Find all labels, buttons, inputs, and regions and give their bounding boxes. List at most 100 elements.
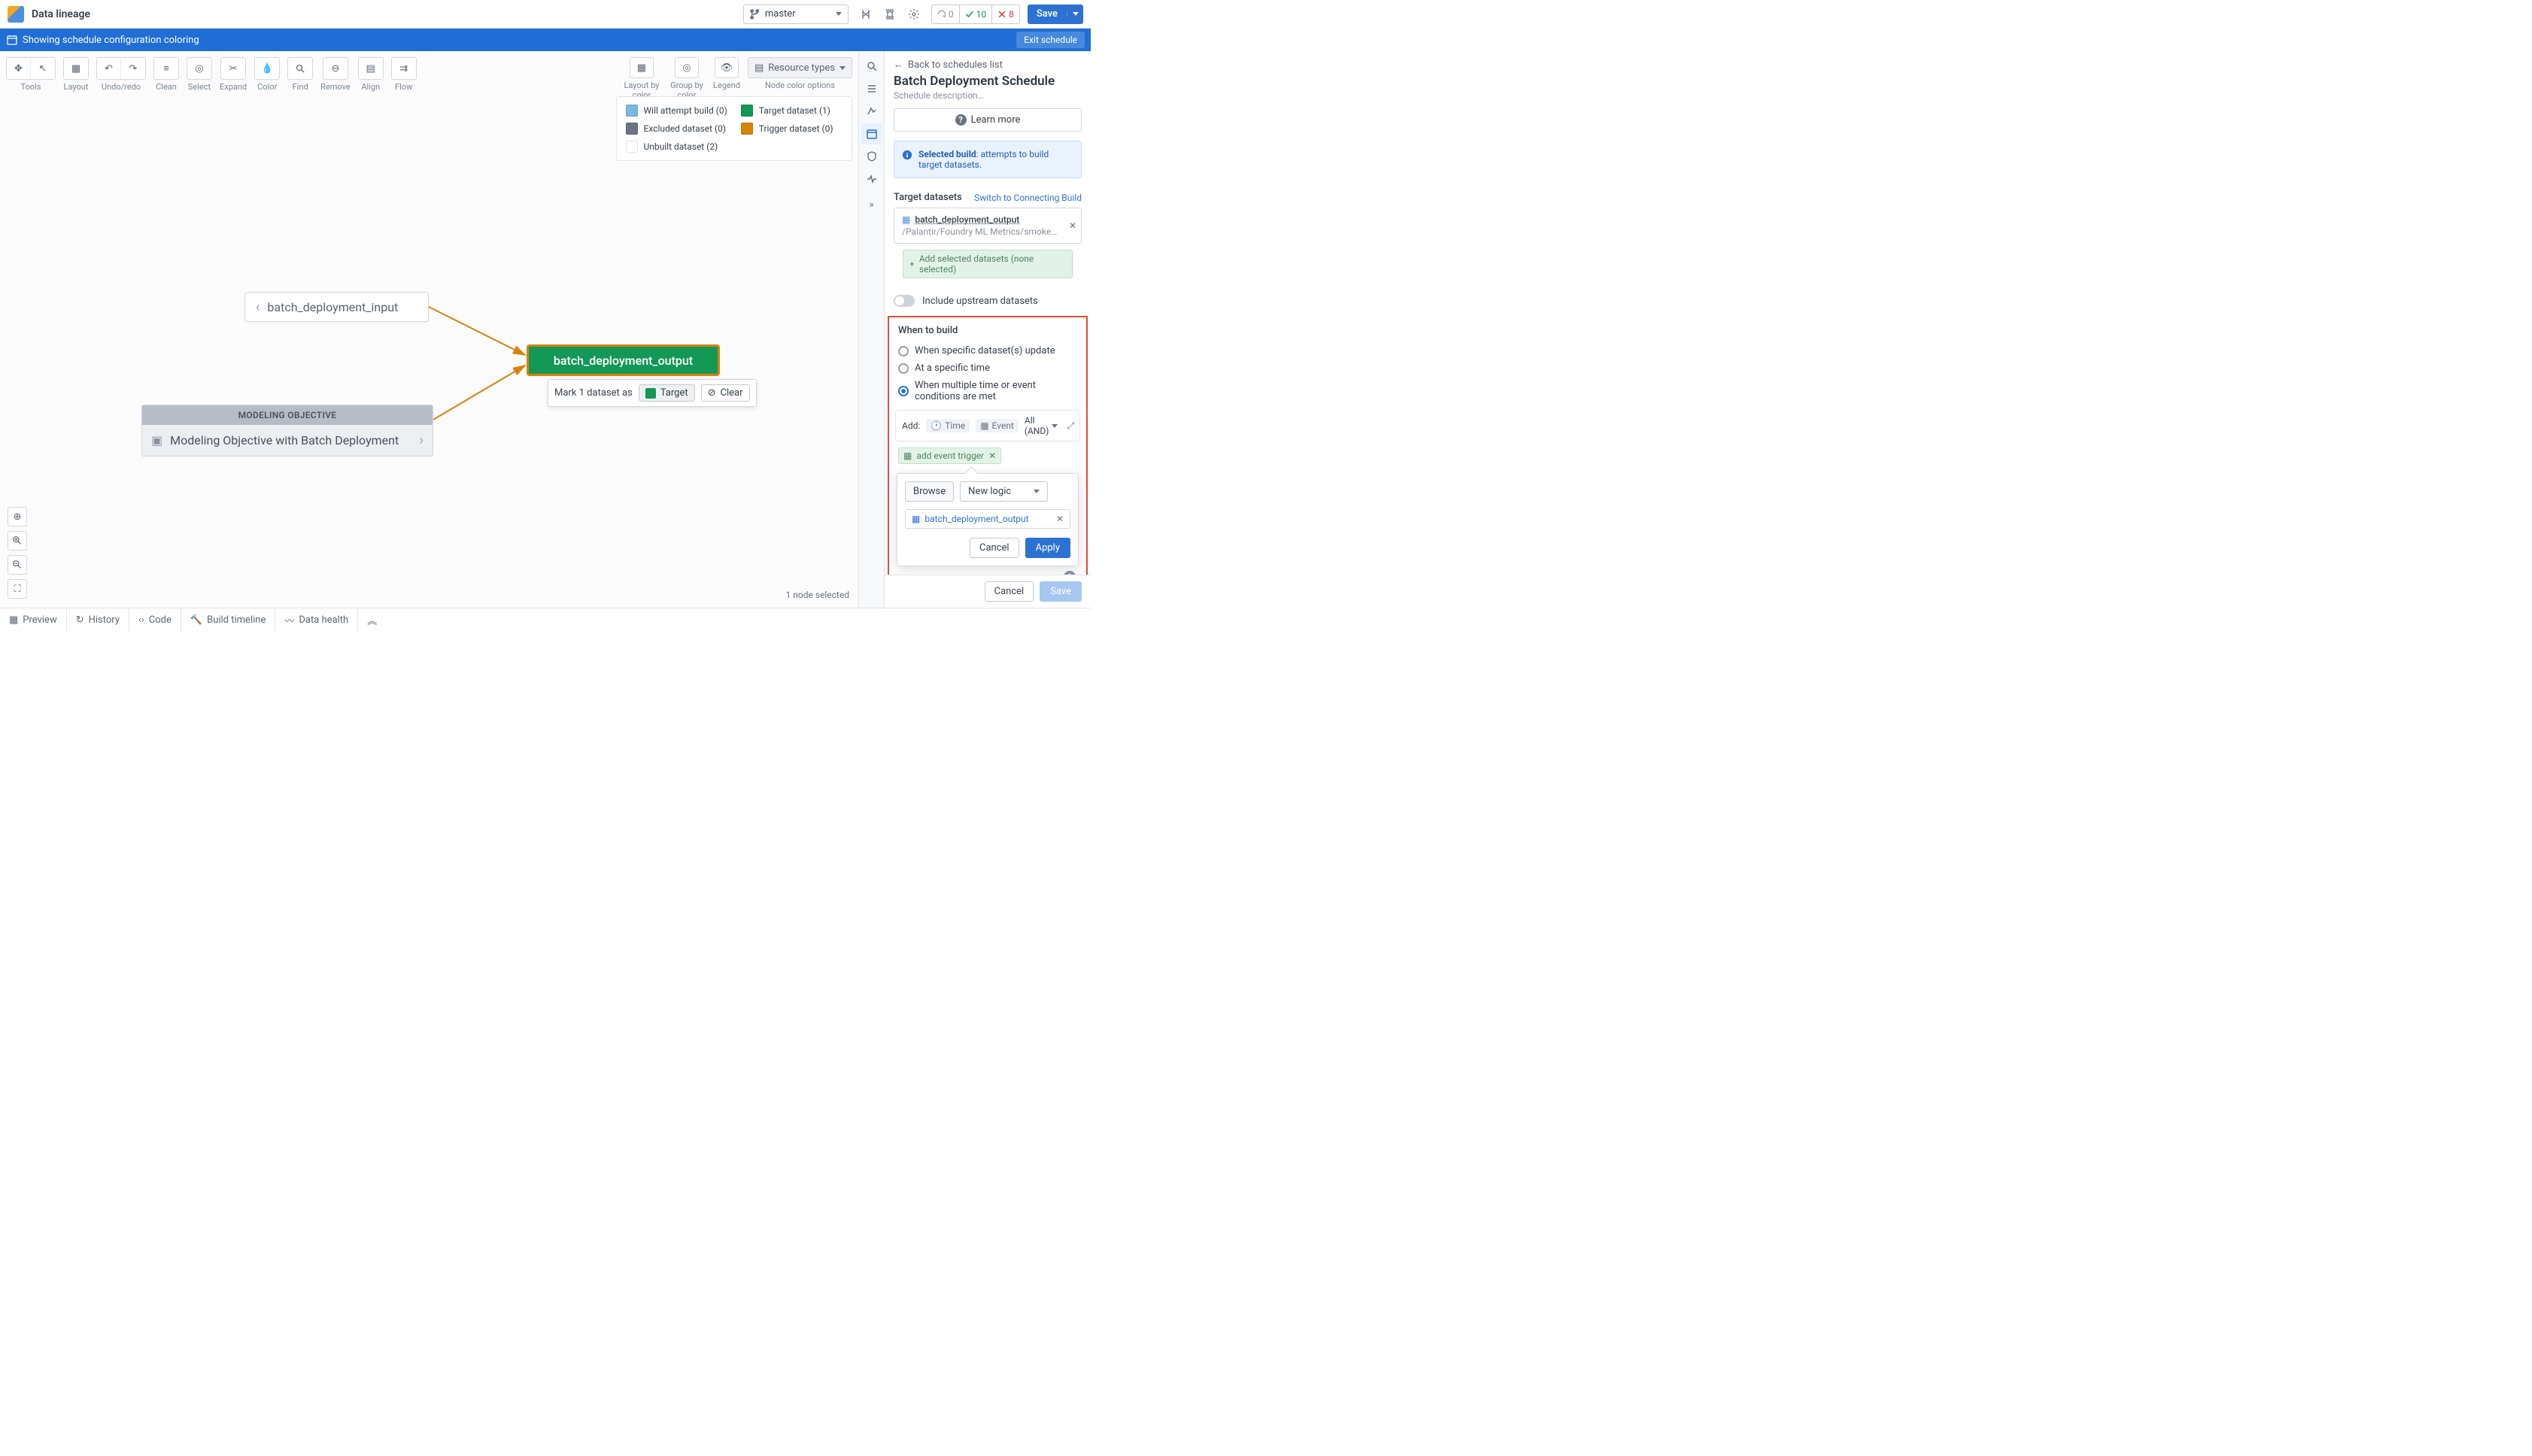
resource-types-select[interactable]: ▤Resource types bbox=[748, 57, 852, 78]
panel-cancel-button[interactable]: Cancel bbox=[985, 581, 1034, 602]
save-caret[interactable] bbox=[1067, 12, 1083, 16]
status-errors[interactable]: 8 bbox=[992, 5, 1019, 23]
remove-tool[interactable]: ⊖ bbox=[323, 58, 348, 79]
branch-selector[interactable]: master bbox=[743, 5, 849, 24]
footer-code[interactable]: ‹›Code bbox=[129, 608, 181, 632]
calendar-icon bbox=[6, 34, 18, 46]
flow-tool[interactable]: ⇉ bbox=[392, 58, 416, 79]
event-trigger-popover: Browse New logic ▦batch_deployment_outpu… bbox=[897, 473, 1079, 566]
clear-icon: ⊘ bbox=[708, 387, 716, 399]
status-group: 0 10 8 bbox=[931, 5, 1020, 24]
footer-build-timeline[interactable]: 🔨Build timeline bbox=[181, 608, 275, 632]
app-logo bbox=[8, 6, 24, 23]
exit-schedule-button[interactable]: Exit schedule bbox=[1016, 32, 1085, 48]
help-icon: ? bbox=[955, 114, 967, 126]
branch-label: master bbox=[765, 8, 796, 20]
tab-health[interactable] bbox=[861, 168, 882, 190]
remove-icon[interactable]: ✕ bbox=[988, 450, 996, 461]
align-tool[interactable]: ▤ bbox=[359, 58, 383, 79]
event-trigger-pill[interactable]: ▦add event trigger✕ bbox=[898, 447, 1001, 464]
radio-multiple-conditions[interactable]: When multiple time or event conditions a… bbox=[895, 377, 1080, 405]
find-tool[interactable] bbox=[288, 58, 312, 79]
branch-icon bbox=[750, 9, 761, 20]
banner-text: Showing schedule configuration coloring bbox=[23, 35, 199, 46]
include-upstream-toggle[interactable] bbox=[894, 295, 915, 307]
footer-expand[interactable]: ︽ bbox=[358, 608, 386, 632]
mark-dataset-popup: Mark 1 dataset as Target ⊘Clear bbox=[548, 379, 757, 407]
select-target-tool[interactable]: ◎ bbox=[187, 58, 211, 79]
footer-history[interactable]: ↻History bbox=[67, 608, 129, 632]
add-event-chip[interactable]: ▦Event bbox=[976, 419, 1019, 432]
pan-tool[interactable]: ✥ bbox=[7, 58, 31, 79]
schedule-desc[interactable]: Schedule description… bbox=[885, 89, 1091, 108]
mark-clear-button[interactable]: ⊘Clear bbox=[701, 384, 750, 402]
save-button[interactable]: Save bbox=[1028, 5, 1083, 24]
node-output-dataset[interactable]: batch_deployment_output bbox=[527, 344, 720, 376]
switch-build-link[interactable]: Switch to Connecting Build bbox=[974, 193, 1082, 203]
arrow-left-icon: ← bbox=[894, 59, 903, 71]
info-box: Selected build: attempts to build target… bbox=[894, 141, 1082, 178]
remove-dataset-button[interactable]: ✕ bbox=[1069, 220, 1076, 231]
group-by-color-button[interactable]: ◎ bbox=[675, 57, 699, 78]
shortcuts-button[interactable] bbox=[880, 5, 900, 24]
tab-schedule[interactable] bbox=[861, 123, 882, 144]
undo-button[interactable]: ↶ bbox=[97, 58, 121, 79]
when-to-build-section: When to build When specific dataset(s) u… bbox=[888, 316, 1088, 575]
layout-tool[interactable]: ▦ bbox=[64, 58, 88, 79]
zoom-reset-button[interactable]: ⊕ bbox=[8, 507, 27, 526]
expand-tool[interactable]: ✂ bbox=[221, 58, 245, 79]
target-dataset-card[interactable]: ▦batch_deployment_output /Palantir/Found… bbox=[894, 208, 1082, 244]
redo-button[interactable]: ↷ bbox=[121, 58, 145, 79]
settings-button[interactable] bbox=[904, 5, 924, 24]
back-link[interactable]: ←Back to schedules list bbox=[885, 51, 1091, 71]
legend-panel: Will attempt build (0) Target dataset (1… bbox=[616, 96, 853, 161]
modeling-objective-node[interactable]: MODELING OBJECTIVE ▣ Modeling Objective … bbox=[141, 405, 433, 457]
zoom-in-button[interactable] bbox=[8, 531, 27, 551]
tab-list[interactable] bbox=[861, 78, 882, 99]
browse-button[interactable]: Browse bbox=[905, 481, 954, 502]
radio-specific-time[interactable]: At a specific time bbox=[895, 359, 1080, 377]
canvas-right-toolbar: ▦Layout by color ◎Group by color 👁Legend… bbox=[623, 57, 852, 100]
panel-save-button[interactable]: Save bbox=[1040, 581, 1082, 602]
footer-data-health[interactable]: 〰Data health bbox=[275, 608, 358, 632]
top-icon-group bbox=[856, 5, 924, 24]
side-tabs: » bbox=[859, 51, 885, 608]
clock-icon: 🕐 bbox=[931, 420, 942, 431]
clean-tool[interactable]: ≡ bbox=[154, 58, 178, 79]
remove-icon[interactable]: ✕ bbox=[1056, 514, 1064, 524]
tab-search[interactable] bbox=[861, 56, 882, 77]
include-upstream-toggle-row: Include upstream datasets bbox=[885, 292, 1091, 316]
popover-cancel-button[interactable]: Cancel bbox=[970, 538, 1019, 558]
popover-dataset[interactable]: ▦batch_deployment_output✕ bbox=[905, 509, 1070, 529]
status-checks[interactable]: 10 bbox=[960, 5, 993, 23]
node-input-dataset[interactable]: ‹ batch_deployment_input bbox=[244, 292, 429, 322]
tab-collapse[interactable]: » bbox=[861, 194, 882, 215]
tab-security[interactable] bbox=[861, 146, 882, 167]
color-tool[interactable]: 💧 bbox=[255, 58, 279, 79]
new-logic-select[interactable]: New logic bbox=[960, 481, 1048, 502]
canvas[interactable]: ✥ ↖ Tools ▦ Layout ↶ ↷ Undo/redo ≡Clean … bbox=[0, 51, 859, 608]
add-trigger-bar: Add: 🕐Time ▦Event All (AND) ⤢ bbox=[895, 410, 1080, 441]
add-selected-button[interactable]: +Add selected datasets (none selected) bbox=[903, 250, 1073, 278]
add-time-chip[interactable]: 🕐Time bbox=[926, 419, 970, 432]
fit-screen-button[interactable]: ⛶ bbox=[8, 579, 27, 599]
zoom-out-button[interactable] bbox=[8, 555, 27, 575]
mark-target-button[interactable]: Target bbox=[639, 384, 695, 402]
learn-more-button[interactable]: ?Learn more bbox=[894, 108, 1082, 132]
image-icon: ▣ bbox=[151, 433, 162, 447]
popover-apply-button[interactable]: Apply bbox=[1025, 538, 1070, 558]
select-tool[interactable]: ↖ bbox=[31, 58, 55, 79]
page-title: Data lineage bbox=[32, 8, 736, 20]
tab-lineage[interactable] bbox=[861, 101, 882, 122]
target-datasets-header: Target datasets Switch to Connecting Bui… bbox=[885, 187, 1091, 208]
chevron-right-icon: › bbox=[420, 432, 424, 448]
footer-preview[interactable]: ▦Preview bbox=[0, 608, 67, 632]
status-cycles[interactable]: 0 bbox=[932, 5, 960, 23]
radio-datasets-update[interactable]: When specific dataset(s) update bbox=[895, 342, 1080, 359]
side-panel: ←Back to schedules list Batch Deployment… bbox=[885, 51, 1091, 608]
layout-by-color-button[interactable]: ▦ bbox=[630, 57, 654, 78]
expand-icon[interactable]: ⤢ bbox=[1067, 420, 1074, 432]
logic-selector[interactable]: All (AND) bbox=[1025, 415, 1058, 436]
compare-button[interactable] bbox=[856, 5, 876, 24]
legend-button[interactable]: 👁 bbox=[715, 57, 739, 78]
